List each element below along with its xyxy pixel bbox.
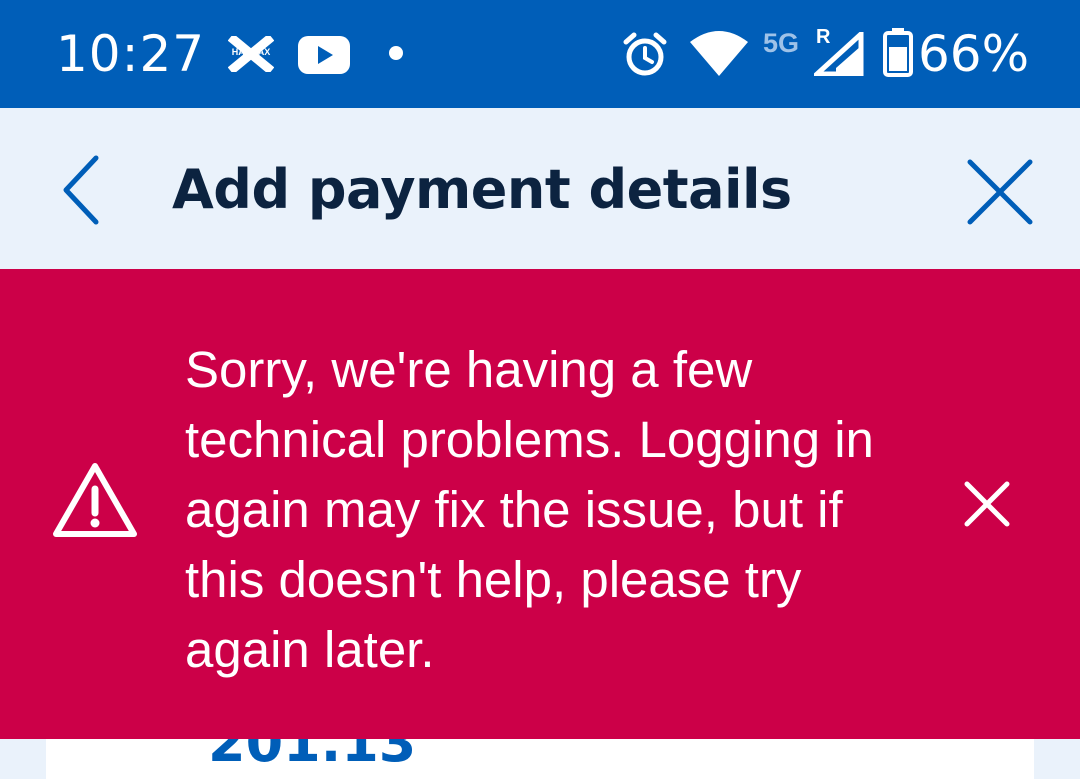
chevron-left-icon [63, 155, 99, 225]
close-icon [964, 481, 1010, 527]
page-title: Add payment details [172, 158, 792, 221]
payment-card: 201.13 [46, 739, 1034, 779]
back-button[interactable] [50, 152, 110, 228]
network-type-label: 5G [763, 28, 800, 58]
status-bar: 10:27 HALIFAX 5G R 66% [0, 0, 1080, 108]
battery-percent: 66% [918, 25, 1030, 83]
signal-icon [810, 28, 864, 80]
amount-value: 201.13 [208, 739, 417, 774]
error-banner: Sorry, we're having a few technical prob… [0, 269, 1080, 739]
notification-dot [389, 46, 403, 60]
youtube-icon [298, 36, 350, 78]
halifax-badge-text: HALIFAX [231, 47, 271, 57]
status-time: 10:27 [56, 25, 206, 83]
battery-icon [882, 28, 914, 82]
halifax-x-icon: HALIFAX [228, 36, 274, 72]
app-header: Add payment details [0, 108, 1080, 269]
alarm-icon [622, 32, 668, 82]
wifi-icon [690, 30, 748, 80]
warning-icon [50, 459, 140, 545]
dismiss-error-button[interactable] [952, 469, 1022, 539]
close-icon [967, 159, 1033, 225]
error-message: Sorry, we're having a few technical prob… [185, 341, 874, 678]
close-button[interactable] [960, 152, 1040, 232]
